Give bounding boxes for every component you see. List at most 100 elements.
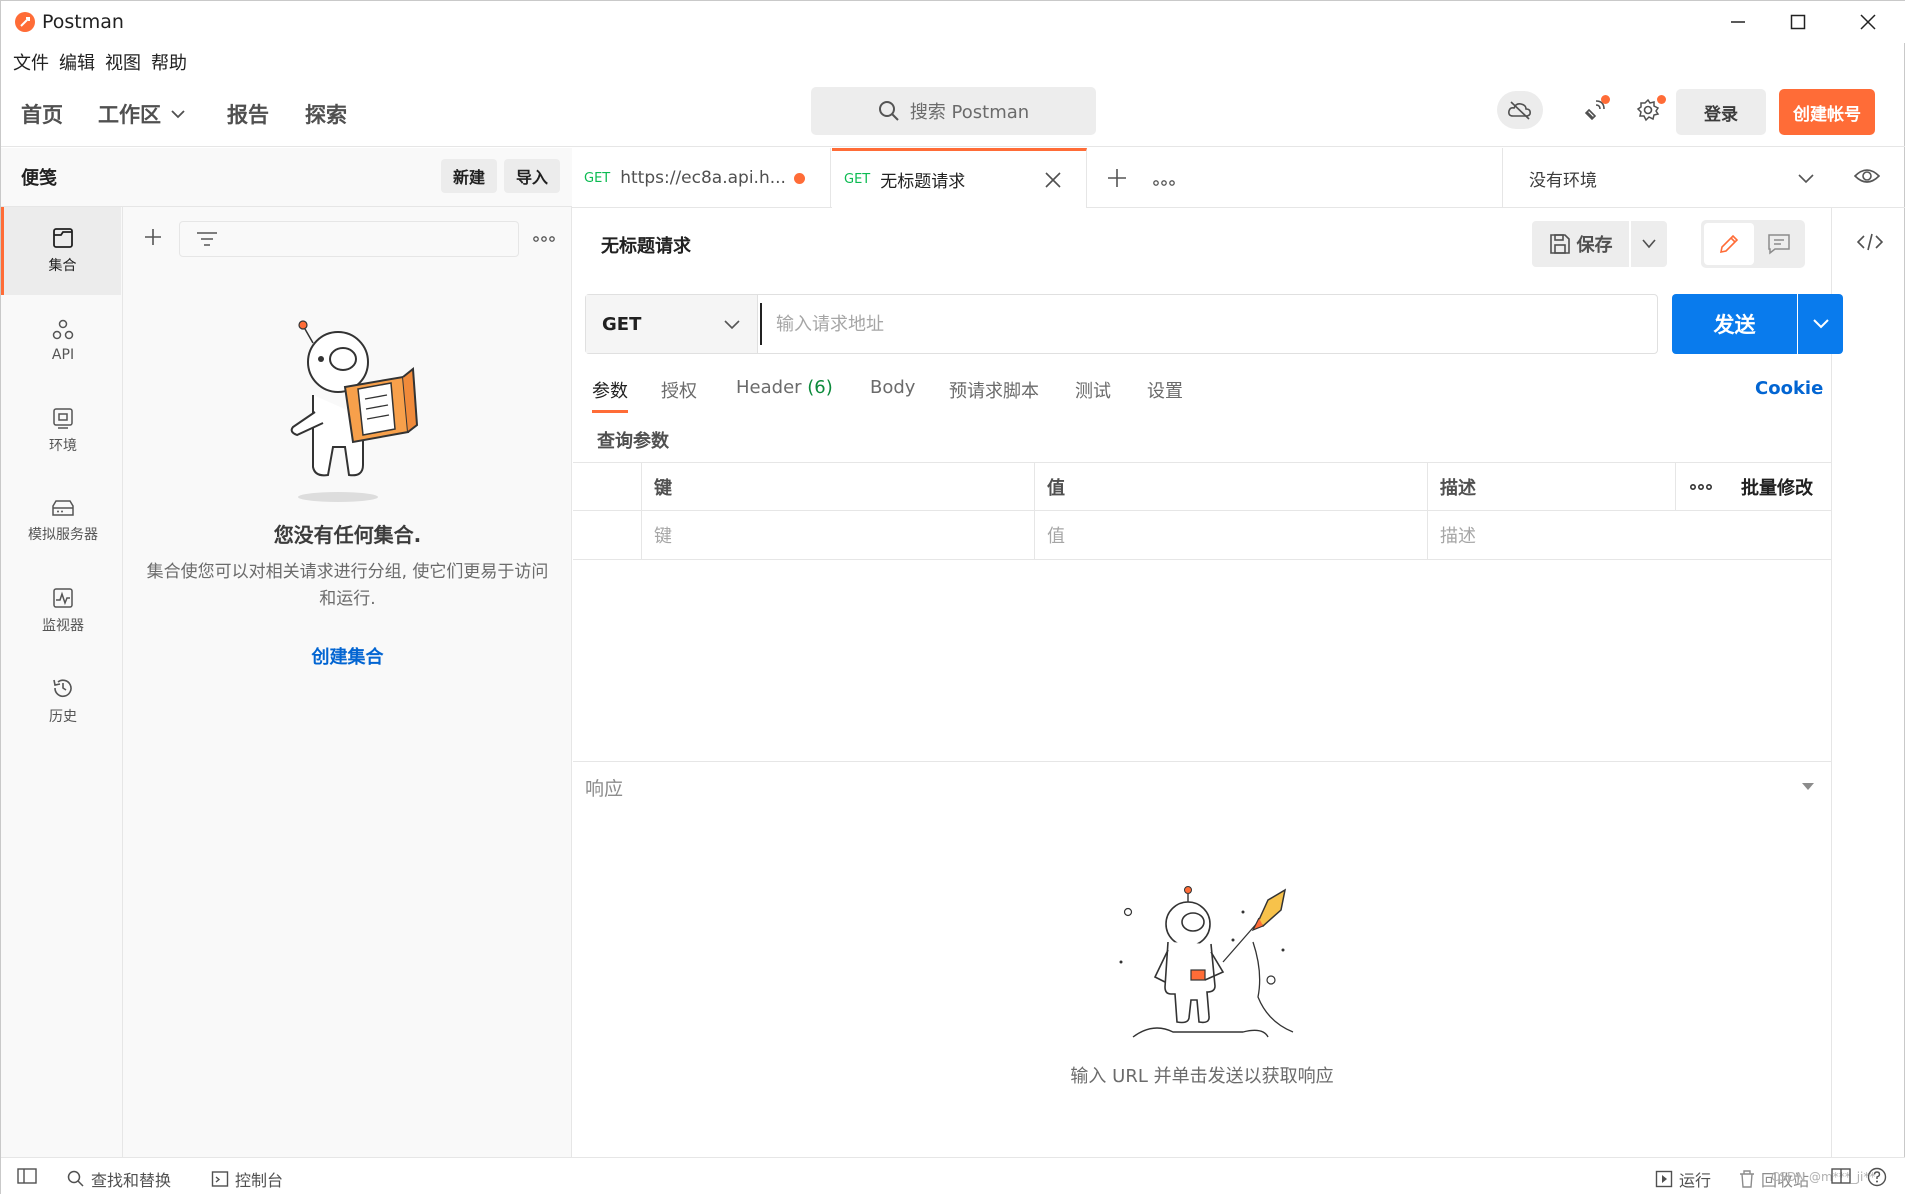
- close-icon[interactable]: [1044, 171, 1062, 189]
- close-window-button[interactable]: [1833, 1, 1903, 43]
- nav-home[interactable]: 首页: [21, 99, 63, 129]
- search-placeholder: 搜索 Postman: [909, 102, 1030, 123]
- key-input[interactable]: 键: [641, 511, 1034, 559]
- sign-in-button[interactable]: 登录: [1676, 89, 1766, 135]
- help-button[interactable]: [1867, 1167, 1887, 1187]
- tab-request-1[interactable]: GET https://ec8a.api.h...: [572, 148, 831, 208]
- send-options-button[interactable]: [1798, 294, 1843, 354]
- chevron-down-icon: [1798, 174, 1814, 184]
- ellipsis-icon: [1690, 483, 1712, 491]
- description-input[interactable]: 描述: [1427, 511, 1831, 559]
- plus-icon: [1108, 169, 1126, 187]
- astronaut-box-illustration: [290, 320, 419, 502]
- settings-button[interactable]: [1625, 91, 1671, 129]
- response-empty-message: 输入 URL 并单击发送以获取响应: [1070, 1066, 1334, 1087]
- tab-params[interactable]: 参数: [592, 377, 628, 403]
- tab-method: GET: [584, 170, 611, 186]
- toggle-sidebar-button[interactable]: [17, 1167, 37, 1185]
- code-icon: [1856, 233, 1884, 251]
- comment-mode-button[interactable]: [1755, 223, 1803, 265]
- tab-pre-request-script[interactable]: 预请求脚本: [949, 377, 1039, 403]
- edit-mode-button[interactable]: [1704, 223, 1754, 265]
- request-title: 无标题请求: [601, 236, 691, 257]
- save-options-button[interactable]: [1631, 221, 1667, 267]
- find-replace-button[interactable]: 查找和替换: [67, 1167, 171, 1191]
- nav-reports[interactable]: 报告: [227, 99, 269, 129]
- new-button[interactable]: 新建: [441, 159, 497, 193]
- request-tabs-bar: GET https://ec8a.api.h... GET 无标题请求 没有环境: [572, 148, 1905, 208]
- chevron-down-icon: [724, 320, 740, 330]
- bulk-edit-button[interactable]: 批量修改: [1729, 463, 1831, 511]
- runner-label: 运行: [1679, 1171, 1712, 1190]
- tab-body[interactable]: Body: [870, 377, 915, 398]
- headers-count-badge: (6): [807, 377, 833, 398]
- url-input[interactable]: [760, 303, 1640, 345]
- filter-input[interactable]: [179, 221, 519, 257]
- create-account-button[interactable]: 创建帐号: [1779, 89, 1875, 135]
- search-icon: [878, 101, 899, 121]
- new-tab-button[interactable]: [1107, 168, 1127, 192]
- pencil-icon: [1719, 234, 1739, 254]
- table-options-button[interactable]: [1675, 463, 1729, 511]
- sidebar-item-collections[interactable]: 集合: [1, 207, 121, 295]
- tab-settings[interactable]: 设置: [1147, 377, 1183, 403]
- cookies-link[interactable]: Cookie: [1755, 378, 1823, 399]
- empty-collections-description: 集合使您可以对相关请求进行分组, 使它们更易于访问和运行.: [146, 562, 549, 609]
- sidebar-item-api[interactable]: API: [3, 297, 123, 385]
- more-options-button[interactable]: [533, 229, 555, 248]
- column-key: 键: [641, 463, 1034, 511]
- caret-down-icon[interactable]: [1801, 782, 1815, 792]
- sidebar-item-mock-servers[interactable]: 模拟服务器: [3, 477, 123, 565]
- response-title: 响应: [585, 778, 624, 800]
- play-icon: [1655, 1170, 1673, 1188]
- global-search[interactable]: 搜索 Postman: [811, 87, 1096, 135]
- console-button[interactable]: 控制台: [211, 1167, 283, 1191]
- send-button[interactable]: 发送: [1672, 294, 1797, 354]
- menu-edit[interactable]: 编辑: [59, 47, 95, 77]
- tab-authorization[interactable]: 授权: [661, 377, 697, 403]
- sync-cloud-button[interactable]: [1497, 91, 1543, 129]
- tab-headers[interactable]: Header (6): [736, 377, 833, 398]
- rail-label: 历史: [49, 709, 77, 725]
- capture-requests-button[interactable]: [1572, 91, 1618, 129]
- environment-quick-look-button[interactable]: [1853, 166, 1881, 190]
- column-value: 值: [1034, 463, 1427, 511]
- maximize-button[interactable]: [1763, 1, 1833, 43]
- method-select[interactable]: GET: [586, 295, 758, 353]
- menu-file[interactable]: 文件: [13, 47, 49, 77]
- postman-window: Postman 文件 编辑 视图 帮助 首页 工作区 报告 探索 搜索 Post…: [0, 0, 1905, 1194]
- column-description: 描述: [1427, 463, 1675, 511]
- two-pane-toggle-button[interactable]: [1831, 1167, 1851, 1185]
- tab-tests[interactable]: 测试: [1075, 377, 1111, 403]
- gear-icon: [1636, 98, 1660, 122]
- environment-icon: [53, 408, 73, 429]
- create-collection-link[interactable]: 创建集合: [123, 643, 572, 669]
- nav-workspaces[interactable]: 工作区: [98, 99, 185, 129]
- filter-icon: [197, 232, 217, 246]
- workspace-title: 便笺: [21, 168, 57, 189]
- sidebar-item-history[interactable]: 历史: [3, 657, 123, 745]
- sidebar-header: 便笺 新建 导入: [1, 148, 572, 207]
- monitor-icon: [53, 588, 73, 608]
- ellipsis-icon: [533, 236, 555, 242]
- save-icon: [1549, 234, 1570, 254]
- save-button[interactable]: 保存: [1532, 221, 1629, 267]
- value-input[interactable]: 值: [1034, 511, 1427, 559]
- add-collection-button[interactable]: [143, 227, 163, 251]
- menu-view[interactable]: 视图: [105, 47, 141, 77]
- import-button[interactable]: 导入: [504, 159, 560, 193]
- menu-help[interactable]: 帮助: [151, 47, 187, 77]
- nav-explore[interactable]: 探索: [305, 99, 347, 129]
- tab-name: 无标题请求: [880, 172, 966, 192]
- tab-headers-label: Header: [736, 377, 802, 398]
- code-snippet-button[interactable]: [1856, 232, 1884, 256]
- environment-select[interactable]: 没有环境: [1502, 148, 1838, 208]
- astronaut-rocket-illustration: [1119, 886, 1294, 1038]
- tab-request-2[interactable]: GET 无标题请求: [832, 148, 1087, 208]
- collections-icon: [52, 228, 73, 248]
- tabs-more-button[interactable]: [1153, 173, 1175, 192]
- sidebar-item-environments[interactable]: 环境: [3, 387, 123, 475]
- runner-button[interactable]: 运行: [1655, 1167, 1711, 1191]
- method-value: GET: [602, 313, 642, 335]
- sidebar-item-monitors[interactable]: 监视器: [3, 567, 123, 655]
